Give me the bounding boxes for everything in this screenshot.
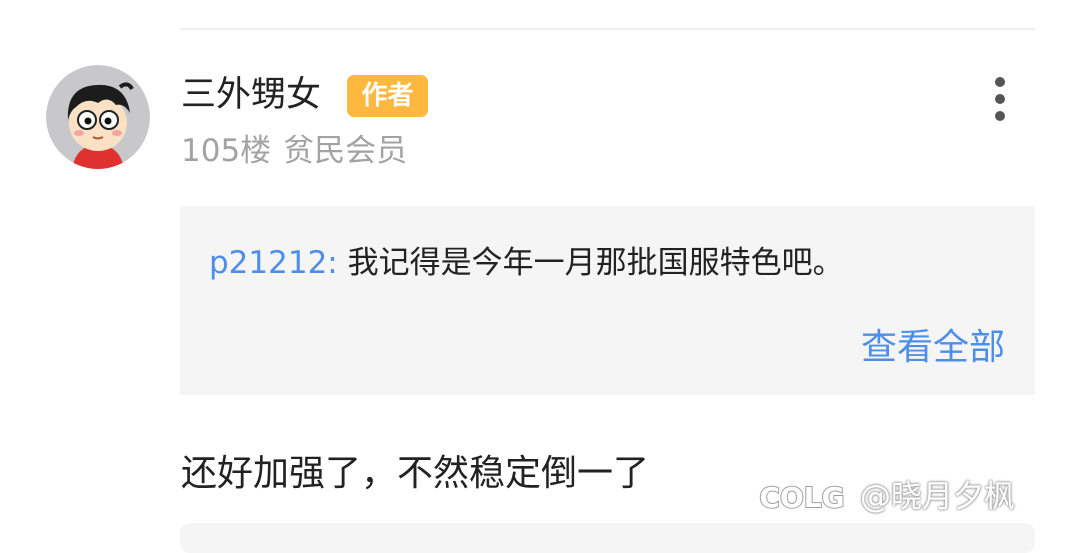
post-content: 还好加强了，不然稳定倒一了 bbox=[181, 453, 650, 494]
watermark: COLG @晓月夕枫 bbox=[752, 474, 1015, 520]
quote-text: 我记得是今年一月那批国服特色吧。 bbox=[347, 245, 844, 281]
quote-line: p21212: 我记得是今年一月那批国服特色吧。 bbox=[209, 240, 844, 286]
more-vertical-icon bbox=[995, 77, 1005, 121]
avatar-cartoon-icon bbox=[46, 65, 150, 169]
quoted-reply[interactable]: p21212: 我记得是今年一月那批国服特色吧。 查看全部 bbox=[180, 206, 1035, 395]
more-options-button[interactable] bbox=[980, 72, 1020, 128]
member-level: 贫民会员 bbox=[283, 133, 408, 169]
top-divider bbox=[180, 28, 1035, 30]
post-meta: 105楼 贫民会员 bbox=[181, 128, 407, 174]
author-badge: 作者 bbox=[347, 75, 428, 117]
user-avatar[interactable] bbox=[46, 65, 150, 169]
colg-logo: COLG bbox=[758, 480, 845, 515]
username[interactable]: 三外甥女 bbox=[181, 70, 321, 120]
floor-number: 105楼 bbox=[181, 133, 272, 169]
colg-logo-text: COLG bbox=[759, 481, 844, 514]
view-all-link[interactable]: 查看全部 bbox=[861, 324, 1005, 372]
watermark-text: @晓月夕枫 bbox=[860, 479, 1015, 515]
next-card bbox=[180, 523, 1035, 553]
quote-author-link[interactable]: p21212: bbox=[209, 245, 338, 281]
